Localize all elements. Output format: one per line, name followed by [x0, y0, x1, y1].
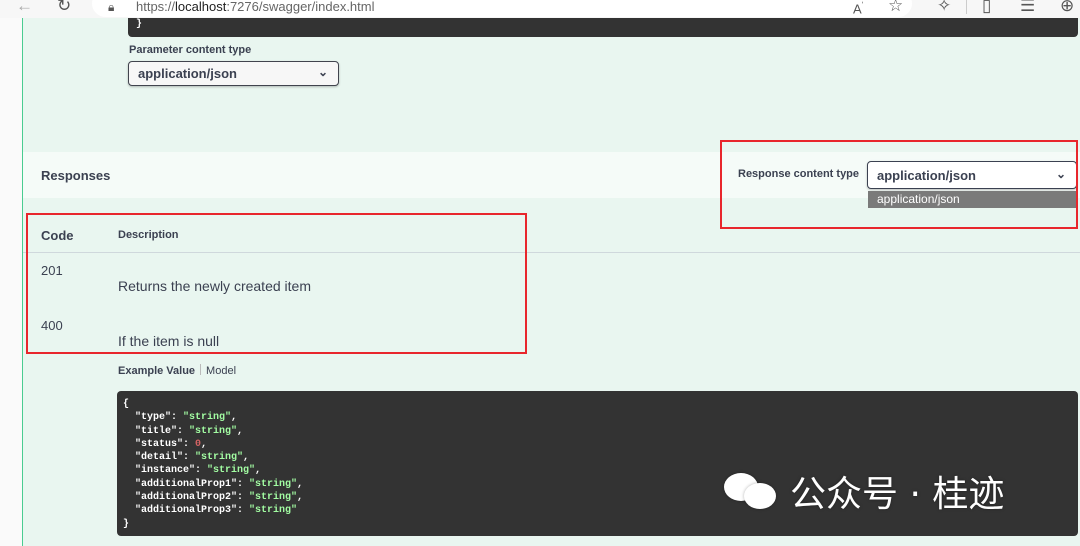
back-arrow-icon[interactable]: ←: [16, 0, 33, 15]
lock-icon[interactable]: 🔒︎: [108, 0, 114, 16]
read-aloud-icon[interactable]: Aʼ: [853, 0, 863, 18]
tab-separator: [200, 364, 202, 375]
parameter-content-type-value: application/json: [138, 66, 237, 81]
tab-model[interactable]: Model: [206, 365, 236, 377]
code-line: "instance": "string",: [123, 465, 262, 477]
code-value: "string": [189, 425, 238, 437]
url-host: localhost: [175, 0, 227, 14]
highlight-response-content-type: [720, 140, 1078, 229]
watermark-text: 公众号 · 桂迹: [790, 474, 1005, 515]
code-line: "detail": "string",: [123, 452, 250, 464]
code-brace: }: [136, 19, 143, 30]
browser-toolbar: ← ↻ 🔒︎ https://localhost:7276/swagger/in…: [0, 0, 1080, 18]
collections-icon[interactable]: ⊕: [1060, 0, 1074, 15]
url-text[interactable]: https://localhost:7276/swagger/index.htm…: [136, 0, 375, 14]
code-line: "title": "string",: [123, 425, 244, 437]
star-icon[interactable]: ☆: [888, 0, 903, 15]
highlight-response-codes: [26, 213, 527, 354]
tab-example-value[interactable]: Example Value: [118, 365, 195, 377]
page-margin: [0, 18, 22, 546]
toolbar-divider: [966, 0, 967, 14]
code-line: "additionalProp2": "string",: [123, 492, 304, 504]
split-screen-icon[interactable]: ▯: [982, 0, 991, 15]
chevron-down-icon: ⌄: [317, 65, 328, 79]
watermark: 公众号 · 桂迹: [724, 465, 1004, 517]
favorites-icon[interactable]: ☰: [1020, 0, 1035, 15]
reload-icon[interactable]: ↻: [57, 0, 71, 15]
example-value-code: { "type": "string", "title": "string", "…: [123, 398, 303, 531]
code-line: "additionalProp1": "string",: [123, 478, 304, 490]
code-value: "string": [195, 452, 244, 464]
request-body-code-end: }: [128, 18, 1078, 37]
url-scheme: https://: [136, 0, 176, 14]
code-value: "string": [249, 492, 298, 504]
code-value: 0: [195, 438, 202, 450]
code-value: "string": [183, 412, 232, 424]
code-line: "status": 0,: [123, 438, 208, 450]
extensions-icon[interactable]: ✧: [937, 0, 951, 15]
url-path: :7276/swagger/index.html: [226, 0, 375, 14]
code-close-brace: }: [123, 518, 130, 530]
code-value: "string": [249, 505, 298, 517]
parameter-content-type-select[interactable]: application/json ⌄: [128, 61, 339, 86]
parameter-content-type-label: Parameter content type: [129, 44, 252, 56]
code-line: "type": "string",: [123, 412, 238, 424]
code-open-brace: {: [123, 399, 130, 410]
code-line: "additionalProp3": "string": [123, 505, 298, 517]
code-value: "string": [249, 478, 298, 490]
code-value: "string": [207, 465, 256, 477]
wechat-icon: [724, 471, 778, 511]
responses-title: Responses: [41, 168, 111, 183]
example-tabs: Example Value Model: [118, 364, 236, 377]
